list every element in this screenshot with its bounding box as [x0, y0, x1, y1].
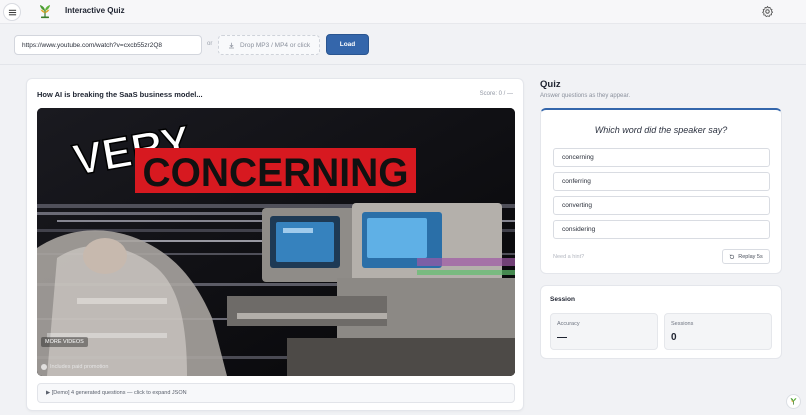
more-videos-label[interactable]: MORE VIDEOS [41, 337, 88, 347]
quiz-subtitle: Answer questions as they appear. [540, 93, 631, 99]
sessions-value: 0 [671, 332, 677, 343]
answer-option[interactable]: converting [553, 196, 770, 215]
quiz-question: Which word did the speaker say? [594, 125, 728, 135]
hamburger-menu-icon [8, 9, 16, 15]
answer-option[interactable]: conferring [553, 172, 770, 191]
hint-link[interactable]: Need a hint? [553, 254, 584, 260]
session-title: Session [550, 296, 575, 303]
quiz-card: Which word did the speaker say? concerni… [540, 108, 782, 274]
sessions-stat: Sessions 0 [664, 313, 772, 350]
sessions-label: Sessions [671, 321, 694, 327]
overlay-text-concerning: CONCERNING [143, 151, 409, 195]
video-title: How AI is breaking the SaaS business mod… [37, 90, 203, 99]
accuracy-stat: Accuracy — [550, 313, 658, 350]
or-separator: or [207, 41, 213, 47]
assistant-button[interactable] [786, 394, 801, 409]
video-player[interactable]: VERY CONCERNING MORE VIDEOS Includes pai… [37, 108, 515, 376]
video-thumbnail: VERY CONCERNING [37, 108, 515, 376]
youtube-url-input[interactable] [14, 35, 202, 55]
quiz-heading: Quiz [540, 79, 561, 90]
accuracy-label: Accuracy [557, 321, 580, 327]
accuracy-value: — [557, 332, 567, 343]
replay-icon [729, 253, 735, 259]
answer-option[interactable]: concerning [553, 148, 770, 167]
video-card: How AI is breaking the SaaS business mod… [26, 78, 524, 411]
plant-logo-icon [790, 397, 797, 405]
load-button[interactable]: Load [326, 34, 369, 55]
app-title: Interactive Quiz [65, 6, 125, 15]
answer-option[interactable]: considering [553, 220, 770, 239]
paid-promotion-notice: Includes paid promotion [41, 364, 108, 370]
plant-logo-icon [40, 5, 50, 19]
top-bar: Interactive Quiz [0, 0, 806, 24]
menu-button[interactable] [3, 3, 21, 21]
demo-json-toggle[interactable]: ▶ [Demo] 4 generated questions — click t… [37, 383, 515, 403]
toolbar-divider [0, 64, 806, 65]
replay-label: Replay 5s [738, 253, 763, 260]
file-drop-zone[interactable]: Drop MP3 / MP4 or click [218, 35, 320, 55]
info-icon [41, 364, 47, 370]
replay-button[interactable]: Replay 5s [722, 249, 770, 264]
score-readout: Score: 0 / — [479, 91, 513, 97]
download-icon [229, 42, 234, 48]
drop-zone-label: Drop MP3 / MP4 or click [240, 41, 311, 49]
gear-icon[interactable] [761, 5, 774, 18]
session-card: Session Accuracy — Sessions 0 [540, 285, 782, 359]
paid-promotion-text: Includes paid promotion [50, 364, 109, 370]
